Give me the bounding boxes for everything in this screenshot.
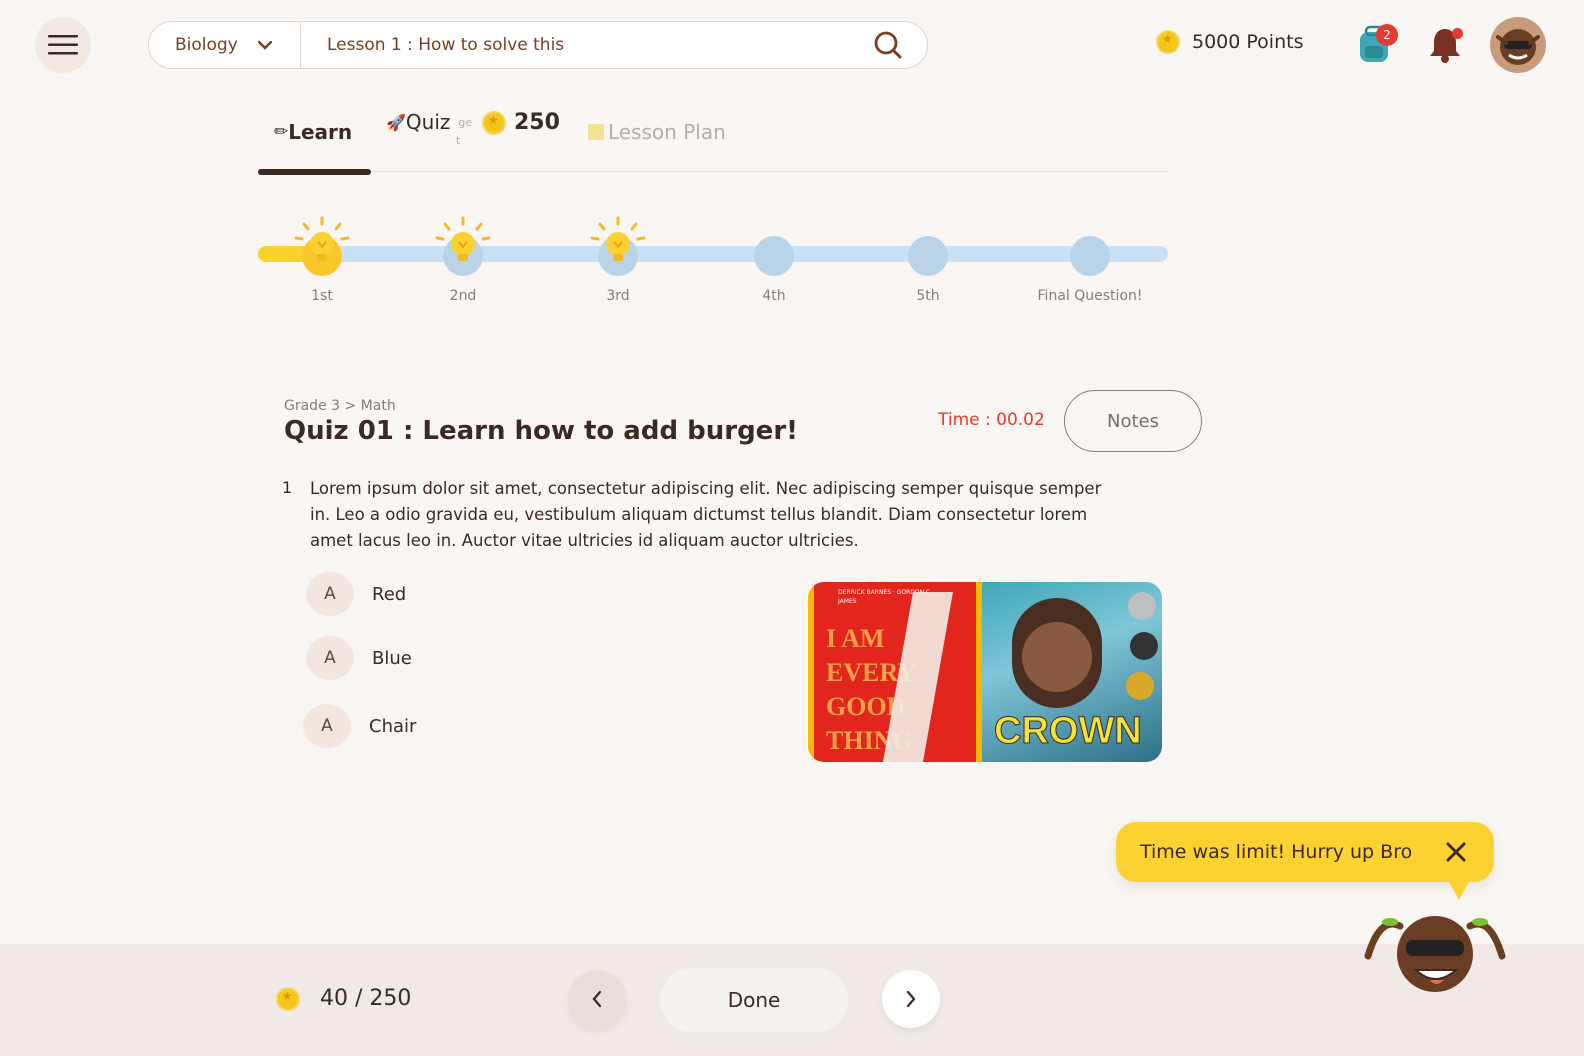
note-icon: [588, 124, 604, 140]
coin-icon: [482, 110, 506, 135]
pencil-icon: ✏: [274, 122, 289, 142]
book-cover-left: DERRICK BARNES · GORDON C. JAMES I AM EV…: [808, 582, 982, 762]
progress-track: [258, 246, 1168, 262]
question-image: DERRICK BARNES · GORDON C. JAMES I AM EV…: [808, 582, 1162, 762]
option-letter: A: [303, 704, 351, 748]
progress-step-label: 2nd: [449, 288, 477, 304]
menu-button[interactable]: [35, 17, 91, 73]
progress-step-3: [590, 216, 646, 276]
subject-label: Biology: [175, 35, 238, 55]
score-label: 40 / 250: [320, 986, 412, 1011]
mascot-avatar-icon: [1496, 29, 1540, 65]
progress-step-4: [754, 236, 794, 276]
option-chair[interactable]: A Chair: [303, 704, 416, 748]
book-cover-right-title: CROWN: [994, 710, 1143, 753]
option-letter: A: [306, 572, 354, 616]
progress-step-2: [435, 216, 491, 276]
lightbulb-icon: [435, 216, 491, 261]
lesson-tabs: ✏ Learn 🚀 Quiz ge t 250 Lesson Plan: [258, 110, 1168, 175]
active-tab-indicator: [258, 169, 371, 175]
timer: Time : 00.02: [938, 410, 1045, 430]
option-label: Red: [372, 583, 407, 605]
progress-step-label: 3rd: [606, 288, 630, 304]
backpack-badge: 2: [1376, 24, 1398, 46]
option-letter: A: [306, 636, 354, 680]
option-blue[interactable]: A Blue: [306, 636, 412, 680]
hamburger-icon: [48, 35, 78, 55]
question-number: 1: [282, 478, 293, 497]
toast-message: Time was limit! Hurry up Bro: [1140, 841, 1413, 863]
chevron-down-icon: [257, 40, 272, 50]
progress-step-label: Final Question!: [1037, 288, 1143, 304]
quiz-points-value: 250: [514, 110, 560, 135]
progress-step-label: 1st: [311, 288, 333, 304]
notification-dot: [1452, 28, 1463, 39]
breadcrumb: Grade 3 > Math: [284, 398, 396, 414]
next-button[interactable]: [882, 970, 940, 1028]
option-red[interactable]: A Red: [306, 572, 406, 616]
time-warning-toast: Time was limit! Hurry up Bro: [1116, 822, 1494, 882]
tab-learn[interactable]: ✏ Learn: [274, 120, 352, 144]
search-bar: Biology: [148, 21, 928, 69]
quiz-points: 250: [482, 110, 560, 135]
coin-icon: [1156, 30, 1180, 54]
done-button[interactable]: Done: [660, 968, 848, 1032]
search-icon[interactable]: [873, 30, 903, 60]
progress-step-1: [294, 216, 350, 276]
tab-lesson-plan[interactable]: Lesson Plan: [588, 120, 726, 144]
chevron-right-icon: [906, 990, 916, 1008]
option-label: Blue: [372, 647, 412, 669]
close-icon[interactable]: [1442, 838, 1470, 866]
search-input[interactable]: [301, 22, 873, 68]
progress-step-5: [908, 236, 948, 276]
subject-dropdown[interactable]: Biology: [149, 22, 301, 68]
chevron-left-icon: [592, 990, 602, 1008]
mascot-icon: [1364, 916, 1506, 992]
rocket-icon: 🚀: [386, 112, 406, 132]
points-display: 5000 Points: [1156, 30, 1303, 54]
question-text: Lorem ipsum dolor sit amet, consectetur …: [310, 479, 1102, 550]
tab-quiz-label: Quiz: [405, 110, 451, 134]
progress-step-6: [1070, 236, 1110, 276]
notes-button[interactable]: Notes: [1064, 390, 1202, 452]
previous-button[interactable]: [568, 970, 626, 1028]
progress-step-label: 5th: [916, 288, 940, 304]
tab-quiz[interactable]: 🚀 Quiz ge t: [386, 110, 472, 147]
avatar[interactable]: [1490, 17, 1546, 73]
tab-lesson-plan-label: Lesson Plan: [608, 120, 726, 144]
tab-quiz-small-text: ge: [458, 115, 473, 129]
footer-score: 40 / 250: [276, 986, 411, 1011]
lightbulb-icon: [590, 216, 646, 261]
option-label: Chair: [369, 715, 417, 737]
tab-quiz-small-text-2: t: [456, 134, 461, 147]
lightbulb-icon: [294, 216, 350, 261]
progress-step-label: 4th: [762, 288, 786, 304]
book-cover-right: CROWN: [982, 582, 1162, 762]
page-title: Quiz 01 : Learn how to add burger!: [284, 416, 798, 446]
points-label: 5000 Points: [1192, 31, 1304, 53]
coin-icon: [276, 986, 300, 1011]
tab-learn-label: Learn: [288, 120, 353, 144]
